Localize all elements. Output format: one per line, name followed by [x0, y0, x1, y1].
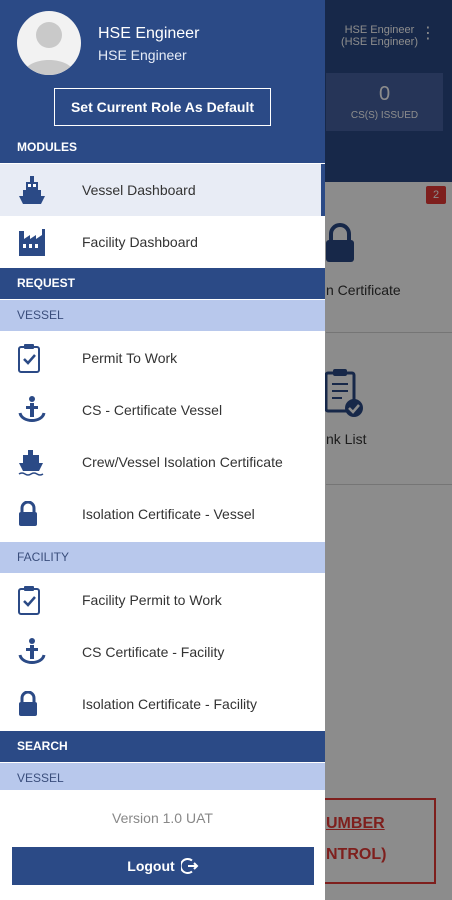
lock-icon — [19, 691, 37, 716]
menu-item-label: CS Certificate - Facility — [82, 644, 225, 660]
menu-item-isolation-certificate-vessel[interactable]: Isolation Certificate - Vessel — [0, 488, 325, 540]
menu-item-label: Crew/Vessel Isolation Certificate — [82, 454, 283, 470]
factory-icon — [19, 229, 45, 256]
menu-item-label: CS - Certificate Vessel — [82, 402, 223, 418]
user-placeholder-icon — [23, 22, 75, 75]
menu-item-permit-to-work[interactable]: Permit To Work — [0, 332, 325, 384]
vessel-icon — [19, 176, 45, 204]
user-role: HSE Engineer — [98, 47, 187, 63]
menu-item-label: Facility Permit to Work — [82, 592, 222, 608]
subheader-facility: FACILITY — [0, 542, 325, 573]
avatar — [17, 11, 81, 75]
menu-item-crew-vessel-isolation[interactable]: Crew/Vessel Isolation Certificate — [0, 436, 325, 488]
ship-icon — [18, 450, 44, 476]
menu-item-facility-permit-to-work[interactable]: Facility Permit to Work — [0, 574, 325, 626]
anchor-person-icon — [18, 396, 46, 422]
section-header-search: SEARCH — [0, 731, 325, 762]
logout-icon — [180, 858, 199, 874]
section-header-modules: MODULES — [17, 140, 77, 154]
drawer-footer: Version 1.0 UAT Logout — [0, 790, 325, 900]
menu-item-cs-certificate-vessel[interactable]: CS - Certificate Vessel — [0, 384, 325, 436]
anchor-person-icon — [18, 638, 46, 664]
version-label: Version 1.0 UAT — [112, 810, 213, 826]
drawer-header: HSE Engineer HSE Engineer Set Current Ro… — [0, 0, 325, 163]
user-name: HSE Engineer — [98, 25, 200, 42]
logout-label: Logout — [127, 858, 175, 874]
subheader-vessel: VESSEL — [0, 300, 325, 331]
navigation-drawer: HSE Engineer HSE Engineer Set Current Ro… — [0, 0, 325, 900]
clipboard-check-icon — [18, 344, 40, 373]
menu-item-label: Vessel Dashboard — [82, 182, 196, 198]
lock-icon — [19, 501, 37, 526]
menu-item-cs-certificate-facility[interactable]: CS Certificate - Facility — [0, 626, 325, 678]
menu-item-facility-dashboard[interactable]: Facility Dashboard — [0, 216, 325, 268]
menu-item-label: Isolation Certificate - Vessel — [82, 506, 255, 522]
menu-item-isolation-certificate-facility[interactable]: Isolation Certificate - Facility — [0, 678, 325, 730]
menu-item-label: Facility Dashboard — [82, 234, 198, 250]
logout-button[interactable]: Logout — [12, 847, 314, 885]
section-header-request: REQUEST — [0, 268, 325, 299]
menu-item-label: Isolation Certificate - Facility — [82, 696, 258, 712]
menu-item-label: Permit To Work — [82, 350, 178, 366]
menu-item-vessel-dashboard[interactable]: Vessel Dashboard — [0, 164, 325, 216]
clipboard-check-icon — [18, 586, 40, 615]
set-default-role-button[interactable]: Set Current Role As Default — [54, 88, 271, 126]
